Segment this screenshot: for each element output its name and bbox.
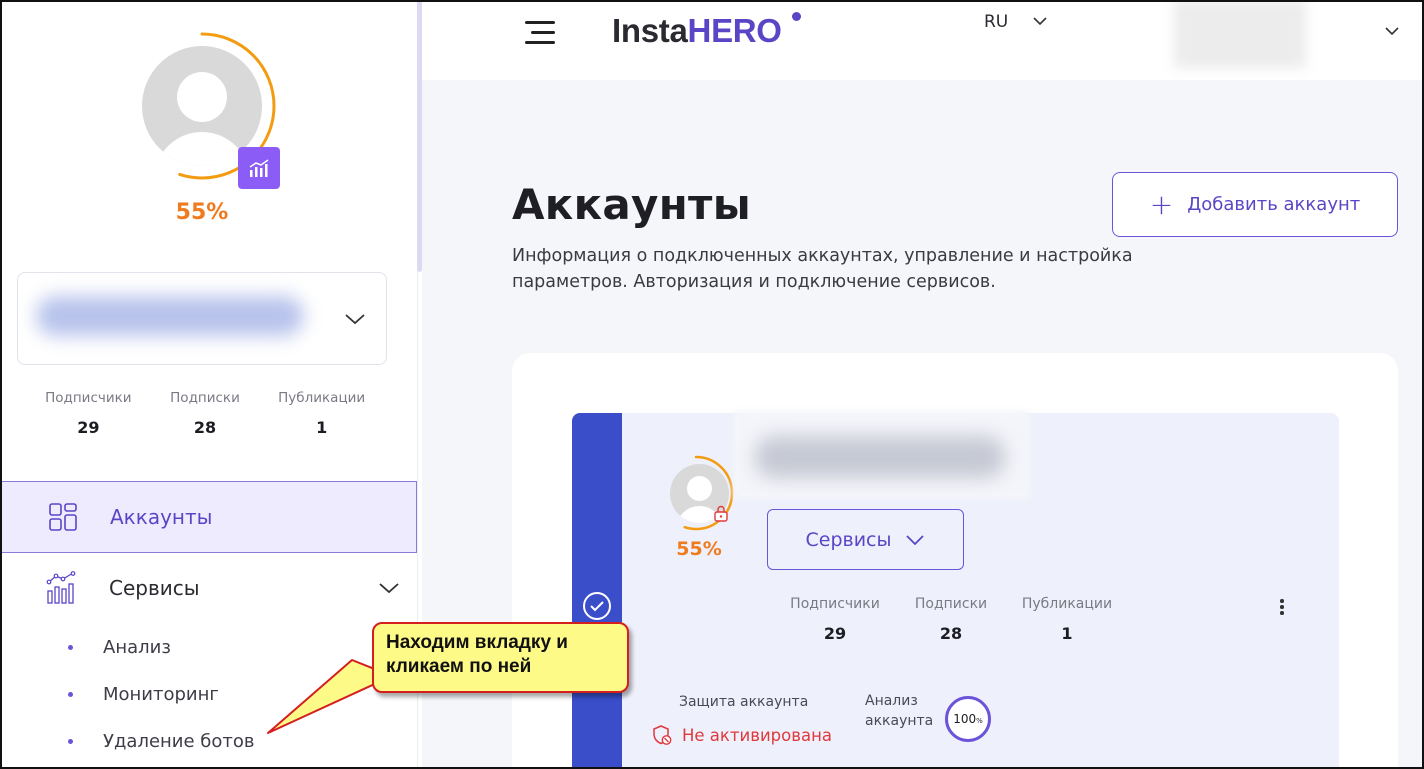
callout-arrow bbox=[267, 659, 393, 734]
callout-annotation: Находим вкладку и кликаем по ней bbox=[372, 622, 629, 693]
